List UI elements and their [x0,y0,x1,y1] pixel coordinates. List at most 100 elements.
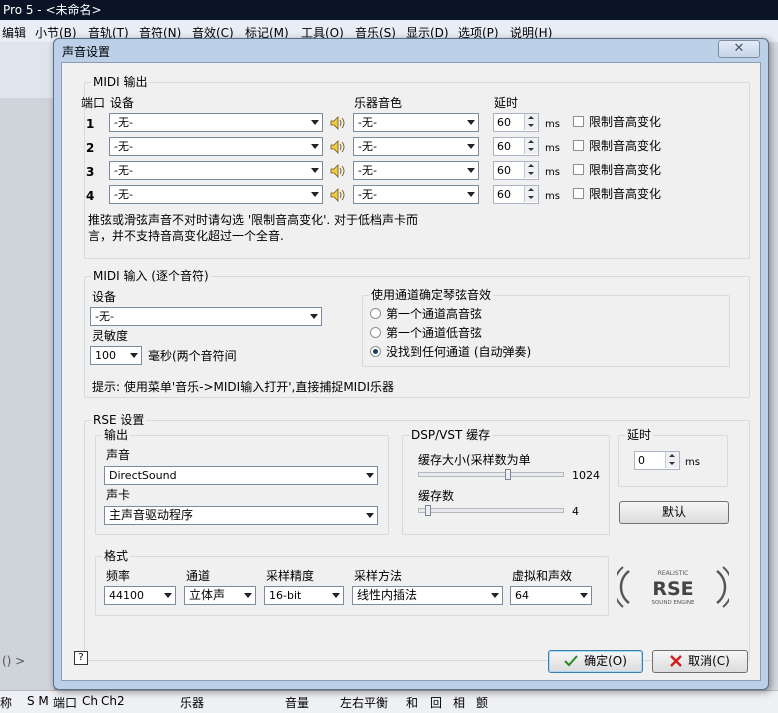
radio-auto[interactable] [370,346,381,357]
default-button-label: 默认 [661,505,686,519]
speaker-icon[interactable] [330,188,346,202]
instrument-select-1[interactable]: -无- [353,113,479,132]
limit-pitch-checkbox-3[interactable] [573,164,584,175]
device-select-1[interactable]: -无- [109,113,323,132]
precision-select[interactable]: 16-bit [264,586,344,605]
status-chorus: 和 [406,696,419,710]
device-select-2[interactable]: -无- [109,137,323,156]
delay-stepper-2[interactable]: 60 [493,137,539,156]
app-nav-text: () > [2,654,26,668]
virtual-select[interactable]: 64 [510,586,592,605]
cache-count-label: 缓存数 [418,489,455,503]
cache-count-value: 4 [572,505,579,518]
port-3-label: 3 [86,165,95,179]
chevron-down-icon [332,593,340,598]
freq-label: 频率 [106,569,131,583]
rse-logo-main: RSE [652,578,693,600]
ok-button[interactable]: 确定(O) [548,650,643,673]
cache-size-slider[interactable] [418,472,564,477]
instrument-select-3[interactable]: -无- [353,161,479,180]
radio-first-high[interactable] [370,308,381,319]
spin-down-icon[interactable] [524,170,538,178]
rse-logo-bottom: SOUND ENGINE [651,600,695,606]
radio-first-low[interactable] [370,327,381,338]
device-select-2-value: -无- [114,140,133,153]
speaker-icon[interactable] [330,164,346,178]
app-track-header: 称 S M 端口 Ch Ch2 乐器 音量 左右平衡 和 回 相 颤 [0,690,778,713]
status-pan: 左右平衡 [340,696,389,710]
sensitivity-select[interactable]: 100 [90,346,142,365]
instrument-select-2[interactable]: -无- [353,137,479,156]
chevron-down-icon [580,593,588,598]
chevron-down-icon [311,144,319,149]
method-select[interactable]: 线性内插法 [352,586,503,605]
chevron-down-icon [244,593,252,598]
delay-stepper-1[interactable]: 60 [493,113,539,132]
instrument-select-4[interactable]: -无- [353,185,479,204]
sound-label: 声音 [106,448,131,462]
sound-value: DirectSound [109,469,177,482]
delay-value-1: 60 [497,116,511,129]
checkmark-icon [564,655,578,667]
spin-up-icon[interactable] [524,162,538,170]
sensitivity-unit: 毫秒(两个音符间 [148,349,237,363]
cancel-button[interactable]: 取消(C) [652,650,748,673]
cache-count-slider[interactable] [418,508,564,513]
midi-in-device-select[interactable]: -无- [90,307,322,326]
freq-select[interactable]: 44100 [104,586,176,605]
card-select[interactable]: 主声音驱动程序 [104,506,378,525]
spin-down-icon[interactable] [524,146,538,154]
status-port: 端口 [53,696,78,710]
cache-count-slider-thumb[interactable] [425,505,431,516]
limit-pitch-checkbox-2[interactable] [573,140,584,151]
delay-stepper-3[interactable]: 60 [493,161,539,180]
close-button[interactable]: ✕ [718,40,760,58]
limit-pitch-checkbox-4[interactable] [573,188,584,199]
chevron-down-icon [366,513,374,518]
sound-select[interactable]: DirectSound [104,466,378,485]
speaker-icon[interactable] [330,140,346,154]
limit-pitch-checkbox-1[interactable] [573,116,584,127]
chevron-down-icon [311,192,319,197]
default-button[interactable]: 默认 [619,501,729,524]
help-icon[interactable]: ? [74,651,88,665]
delay-value-2: 60 [497,140,511,153]
menu-edit[interactable]: 编辑 [2,24,26,41]
delay-unit-1: ms [545,119,560,130]
status-reverb: 回 [430,696,443,710]
port-4-label: 4 [86,189,95,203]
spin-down-icon[interactable] [524,122,538,130]
device-select-3[interactable]: -无- [109,161,323,180]
dialog-title: 声音设置 [62,45,111,59]
device-select-1-value: -无- [114,116,133,129]
col-device-label: 设备 [110,96,135,110]
format-title: 格式 [102,549,131,563]
ok-button-label: 确定(O) [584,654,627,668]
spin-up-icon[interactable] [665,452,679,460]
spin-up-icon[interactable] [524,114,538,122]
delay-unit-2: ms [545,143,560,154]
channel-value: 立体声 [189,588,226,602]
virtual-label: 虚拟和声效 [512,569,573,583]
cache-size-slider-thumb[interactable] [504,469,511,480]
midi-in-device-value: -无- [95,310,114,323]
help-icon-glyph: ? [78,652,84,663]
rse-delay-stepper[interactable]: 0 [634,451,680,470]
spin-up-icon[interactable] [524,138,538,146]
spin-down-icon[interactable] [665,460,679,468]
spin-up-icon[interactable] [524,186,538,194]
col-instrument-label: 乐器音色 [354,96,403,110]
rse-logo: REALISTIC RSE SOUND ENGINE [617,566,729,608]
sound-settings-dialog: 声音设置 ✕ MIDI 输出 端口 设备 乐器音色 延时 1 -无- -无- 6… [53,38,769,690]
speaker-icon[interactable] [330,116,346,130]
cancel-button-label: 取消(C) [688,654,730,668]
app-title: Pro 5 - <未命名> [3,3,102,17]
spin-down-icon[interactable] [524,194,538,202]
device-select-4-value: -无- [114,188,133,201]
freq-value: 44100 [109,589,144,602]
precision-value: 16-bit [269,589,302,602]
device-select-4[interactable]: -无- [109,185,323,204]
delay-stepper-4[interactable]: 60 [493,185,539,204]
channel-select[interactable]: 立体声 [184,586,256,605]
midi-input-title: MIDI 输入 (逐个音符) [91,269,211,283]
